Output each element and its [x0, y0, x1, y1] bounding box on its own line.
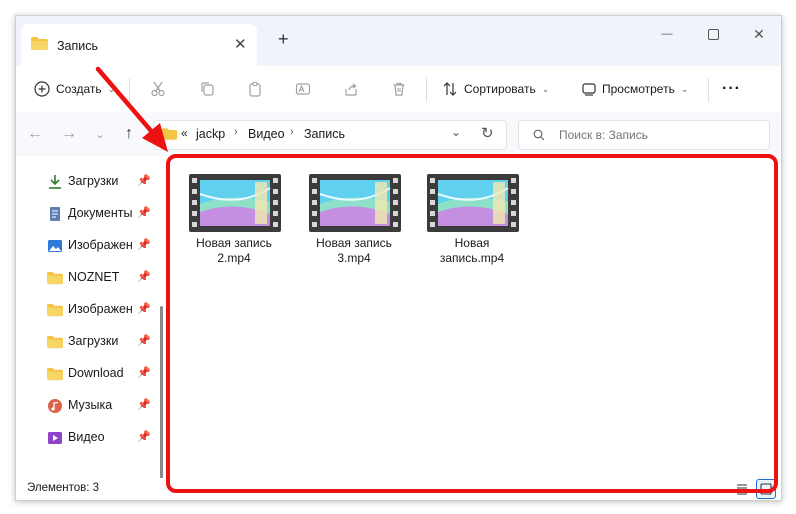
folder-icon: [47, 303, 63, 317]
sidebar-item-label: Видео: [68, 430, 105, 444]
documents-icon: [50, 207, 60, 221]
refresh-icon[interactable]: ↻: [481, 124, 494, 142]
forward-button[interactable]: →: [57, 122, 81, 146]
sidebar-item-label: Музыка: [68, 398, 113, 412]
divider: [426, 78, 427, 102]
sidebar-item-video[interactable]: Видео 📌: [16, 424, 164, 452]
video-icon: [48, 432, 62, 444]
plus-circle-icon: [34, 81, 50, 97]
pictures-icon: [48, 240, 62, 252]
tab-title: Запись: [57, 39, 99, 53]
pin-icon: 📌: [137, 367, 151, 379]
folder-icon: [47, 367, 63, 381]
sidebar-item-label: NOZNET: [68, 270, 120, 284]
file-item[interactable]: Новая запись 2.mp4: [179, 174, 289, 274]
video-file-icon: [309, 174, 401, 232]
folder-icon: [47, 335, 63, 349]
pin-icon: 📌: [137, 271, 151, 283]
pin-icon: 📌: [137, 239, 151, 251]
annotation-arrow-icon: [95, 66, 168, 152]
sidebar-item-music[interactable]: Музыка 📌: [16, 392, 164, 420]
pin-icon: 📌: [137, 207, 151, 219]
arrow-left-icon: ←: [27, 125, 43, 142]
divider: [708, 78, 709, 102]
sidebar-item-label: Документы: [68, 206, 132, 220]
minimize-button[interactable]: —: [644, 19, 690, 49]
view-label: Просмотреть: [602, 82, 675, 96]
search-icon: [533, 129, 545, 141]
arrow-right-icon: →: [61, 125, 77, 142]
copy-icon[interactable]: [196, 78, 218, 100]
sidebar-item-label: Download: [68, 366, 124, 380]
paste-icon[interactable]: [244, 78, 266, 100]
sidebar-item-label: Изображения: [68, 238, 132, 252]
share-icon[interactable]: [340, 78, 362, 100]
music-icon: [48, 399, 62, 413]
tab-close-icon[interactable]: ✕: [234, 35, 247, 53]
pin-icon: 📌: [137, 175, 151, 187]
pin-icon: 📌: [137, 431, 151, 443]
chevron-down-icon: ⌄: [541, 83, 550, 94]
pin-icon: 📌: [137, 303, 151, 315]
sort-label: Сортировать: [464, 82, 536, 96]
new-tab-button[interactable]: +: [278, 29, 289, 50]
folder-icon: [31, 37, 48, 50]
file-list: Новая запись 2.mp4 Новая запись 3.mp4 Но…: [166, 156, 781, 478]
large-icons-view-icon[interactable]: [756, 479, 776, 499]
breadcrumb-jackp[interactable]: jackp: [196, 127, 225, 141]
item-count: Элементов: 3: [27, 482, 100, 494]
video-file-icon: [427, 174, 519, 232]
breadcrumb-video[interactable]: Видео: [248, 127, 285, 141]
breadcrumb-zapis[interactable]: Запись: [304, 127, 345, 141]
video-file-icon: [189, 174, 281, 232]
pin-icon: 📌: [137, 399, 151, 411]
details-view-icon[interactable]: [734, 481, 750, 497]
title-bar: Запись ✕ + — ✕: [16, 16, 781, 66]
sort-button[interactable]: Сортировать ⌄: [442, 74, 549, 104]
navigation-pane: Загрузки 📌 Документы 📌 Изображения 📌 NOZ…: [16, 156, 164, 496]
sidebar-item-documents[interactable]: Документы 📌: [16, 200, 164, 228]
address-bar[interactable]: « jackp › Видео › Запись ⌄ ↻: [153, 120, 507, 150]
history-dropdown-icon[interactable]: ⌄: [451, 125, 461, 139]
view-button[interactable]: Просмотреть ⌄: [582, 74, 688, 104]
delete-icon[interactable]: [388, 78, 410, 100]
download-icon: [49, 175, 61, 189]
minimize-icon: —: [661, 28, 673, 40]
sidebar-item-noznet[interactable]: NOZNET 📌: [16, 264, 164, 292]
back-button[interactable]: ←: [23, 122, 47, 146]
chevron-down-icon: ⌄: [680, 83, 689, 94]
maximize-icon: [707, 28, 719, 40]
file-name: Новая запись 3.mp4: [316, 236, 392, 265]
file-item[interactable]: Новая запись.mp4: [417, 174, 527, 274]
sort-icon: [443, 82, 457, 96]
chevron-right-icon: ›: [290, 126, 294, 138]
search-box[interactable]: [518, 120, 770, 150]
view-icon: [582, 83, 596, 96]
sidebar-scrollbar[interactable]: [160, 306, 163, 496]
maximize-button[interactable]: [690, 19, 736, 49]
folder-icon: [47, 271, 63, 285]
sidebar-item-label: Загрузки: [68, 174, 119, 188]
file-item[interactable]: Новая запись 3.mp4: [299, 174, 409, 274]
file-name: Новая запись 2.mp4: [196, 236, 272, 265]
search-input[interactable]: [557, 126, 761, 144]
rename-icon[interactable]: [292, 78, 314, 100]
sidebar-item-label: Загрузки: [68, 334, 119, 348]
sidebar-item-downloads-folder[interactable]: Загрузки 📌: [16, 328, 164, 356]
chevron-right-icon: ›: [234, 126, 238, 138]
sidebar-item-pictures-folder[interactable]: Изображения 📌: [16, 296, 164, 324]
more-options-button[interactable]: ···: [722, 74, 741, 104]
sidebar-item-downloads[interactable]: Загрузки 📌: [16, 168, 164, 196]
close-icon: ✕: [753, 25, 765, 42]
status-bar: Элементов: 3: [16, 478, 781, 500]
breadcrumb-overflow[interactable]: «: [181, 126, 188, 140]
close-window-button[interactable]: ✕: [736, 19, 781, 49]
sidebar-item-download[interactable]: Download 📌: [16, 360, 164, 388]
file-name: Новая запись.mp4: [439, 236, 505, 265]
sidebar-item-label: Изображения: [68, 302, 132, 316]
pin-icon: 📌: [137, 335, 151, 347]
sidebar-item-pictures[interactable]: Изображения 📌: [16, 232, 164, 260]
